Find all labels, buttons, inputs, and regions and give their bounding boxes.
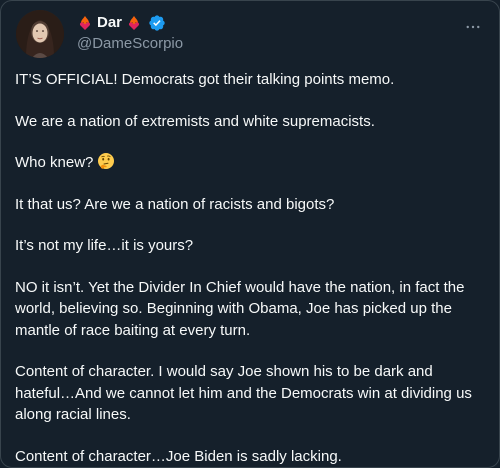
author-handle[interactable]: @DameScorpio	[77, 34, 183, 54]
ellipsis-icon	[466, 25, 480, 29]
tweet-paragraph: Who knew?	[15, 152, 487, 174]
tweet-paragraph: It that us? Are we a nation of racists a…	[15, 195, 335, 213]
tweet-card: Dar @DameScorpio IT’S OFFICIAL! Democrat…	[0, 0, 500, 468]
fire-heart-icon	[126, 15, 142, 31]
avatar[interactable]	[16, 10, 64, 58]
author-display-name[interactable]: Dar	[97, 13, 122, 33]
author-name-row[interactable]: Dar	[77, 13, 166, 33]
more-options-button[interactable]	[461, 15, 485, 39]
tweet-paragraph: Content of character…Joe Biden is sadly …	[15, 447, 342, 465]
avatar-photo	[16, 10, 64, 58]
tweet-paragraph: We are a nation of extremists and white …	[15, 112, 375, 130]
tweet-paragraph: IT’S OFFICIAL! Democrats got their talki…	[15, 71, 395, 88]
tweet-paragraph: NO it isn’t. Yet the Divider In Chief wo…	[15, 278, 465, 339]
tweet-paragraph: It’s not my life…it is yours?	[15, 237, 194, 254]
fire-heart-icon	[77, 15, 93, 31]
thinking-face-icon	[97, 152, 115, 170]
tweet-text: IT’S OFFICIAL! Democrats got their talki…	[15, 69, 487, 467]
tweet-paragraph: Content of character. I would say Joe sh…	[15, 363, 472, 423]
tweet-paragraph-text: Who knew?	[15, 154, 94, 171]
verified-badge-icon	[148, 14, 166, 32]
